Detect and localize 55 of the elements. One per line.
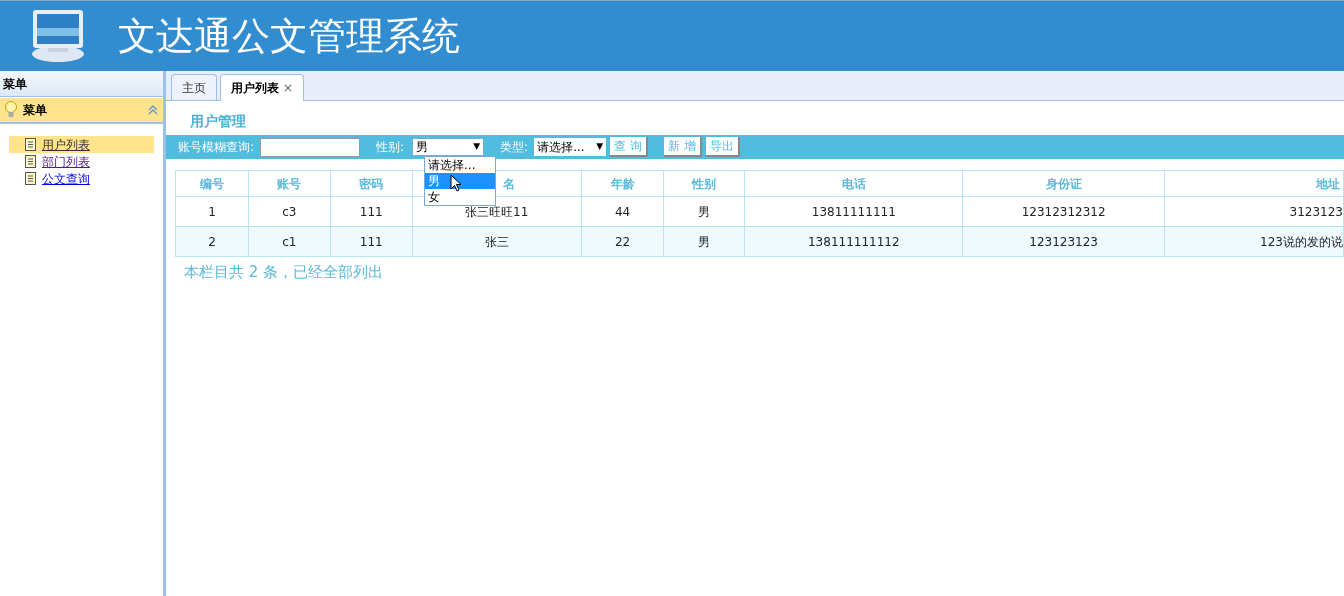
field-label: 性别: [376, 139, 405, 156]
collapse-icon[interactable] [147, 104, 159, 116]
table-cell: 138111111112 [744, 226, 963, 257]
close-icon[interactable]: × [283, 79, 294, 97]
tab[interactable]: 用户列表 × [220, 74, 305, 101]
menu-item[interactable]: 部门列表 [9, 153, 154, 170]
dropdown-arrow-icon: ▼ [596, 140, 604, 154]
document-icon [25, 155, 36, 168]
lightbulb-icon [4, 101, 18, 119]
column-header: 身份证 [962, 170, 1165, 197]
table-cell: 男 [664, 196, 745, 227]
dropdown-option[interactable]: 请选择... [425, 157, 495, 173]
app-title: 文达通公文管理系统 [118, 17, 460, 55]
mouse-cursor-icon [450, 174, 462, 192]
table-cell: 123说的发的说 [1164, 226, 1344, 257]
table-cell: 123123123 [962, 226, 1165, 257]
table-cell: 男 [664, 226, 745, 257]
column-header: 密码 [330, 170, 413, 197]
table-cell: c1 [248, 226, 331, 257]
table-cell: 13811111111 [744, 196, 963, 227]
column-header: 账号 [248, 170, 331, 197]
dropdown-arrow-icon: ▼ [473, 140, 481, 154]
menu-item[interactable]: 公文查询 [9, 170, 154, 187]
document-icon [25, 172, 36, 185]
table-cell: 2 [175, 226, 249, 257]
table-cell: 12312312312 [962, 196, 1165, 227]
panel-title: 菜单 [23, 102, 47, 119]
dropdown-option[interactable]: 女 [425, 189, 495, 205]
table-cell: c3 [248, 196, 331, 227]
column-header: 年龄 [581, 170, 664, 197]
document-icon [25, 138, 36, 151]
monitor-icon [30, 8, 86, 64]
column-header: 性别 [664, 170, 745, 197]
field-label: 类型: [500, 139, 529, 156]
page-title: 用户管理 [190, 112, 247, 131]
column-header: 地址 [1164, 170, 1344, 197]
record-count-note: 本栏目共 2 条，已经全部列出 [184, 262, 385, 283]
table-cell: 张三 [412, 226, 582, 257]
column-header: 电话 [744, 170, 963, 197]
field-label: 账号模糊查询: [178, 139, 255, 156]
dropdown-list[interactable]: 请选择... 男 女 [424, 156, 496, 206]
table-cell: 111 [330, 196, 413, 227]
tab[interactable]: 主页 [171, 74, 217, 100]
column-header: 编号 [175, 170, 249, 197]
table-cell: 111 [330, 226, 413, 257]
table-cell: 44 [581, 196, 664, 227]
panel-header[interactable]: 菜单 [0, 98, 163, 124]
table-cell: 22 [581, 226, 664, 257]
gender-select[interactable]: 男 ▼ [412, 138, 485, 156]
type-select[interactable]: 请选择... ▼ [534, 138, 607, 156]
table-cell: 3123123 [1164, 196, 1344, 227]
sidebar-title: 菜单 [0, 71, 163, 97]
menu-item[interactable]: 用户列表 [9, 136, 154, 153]
search-field[interactable] [260, 137, 361, 157]
table-cell: 1 [175, 196, 249, 227]
